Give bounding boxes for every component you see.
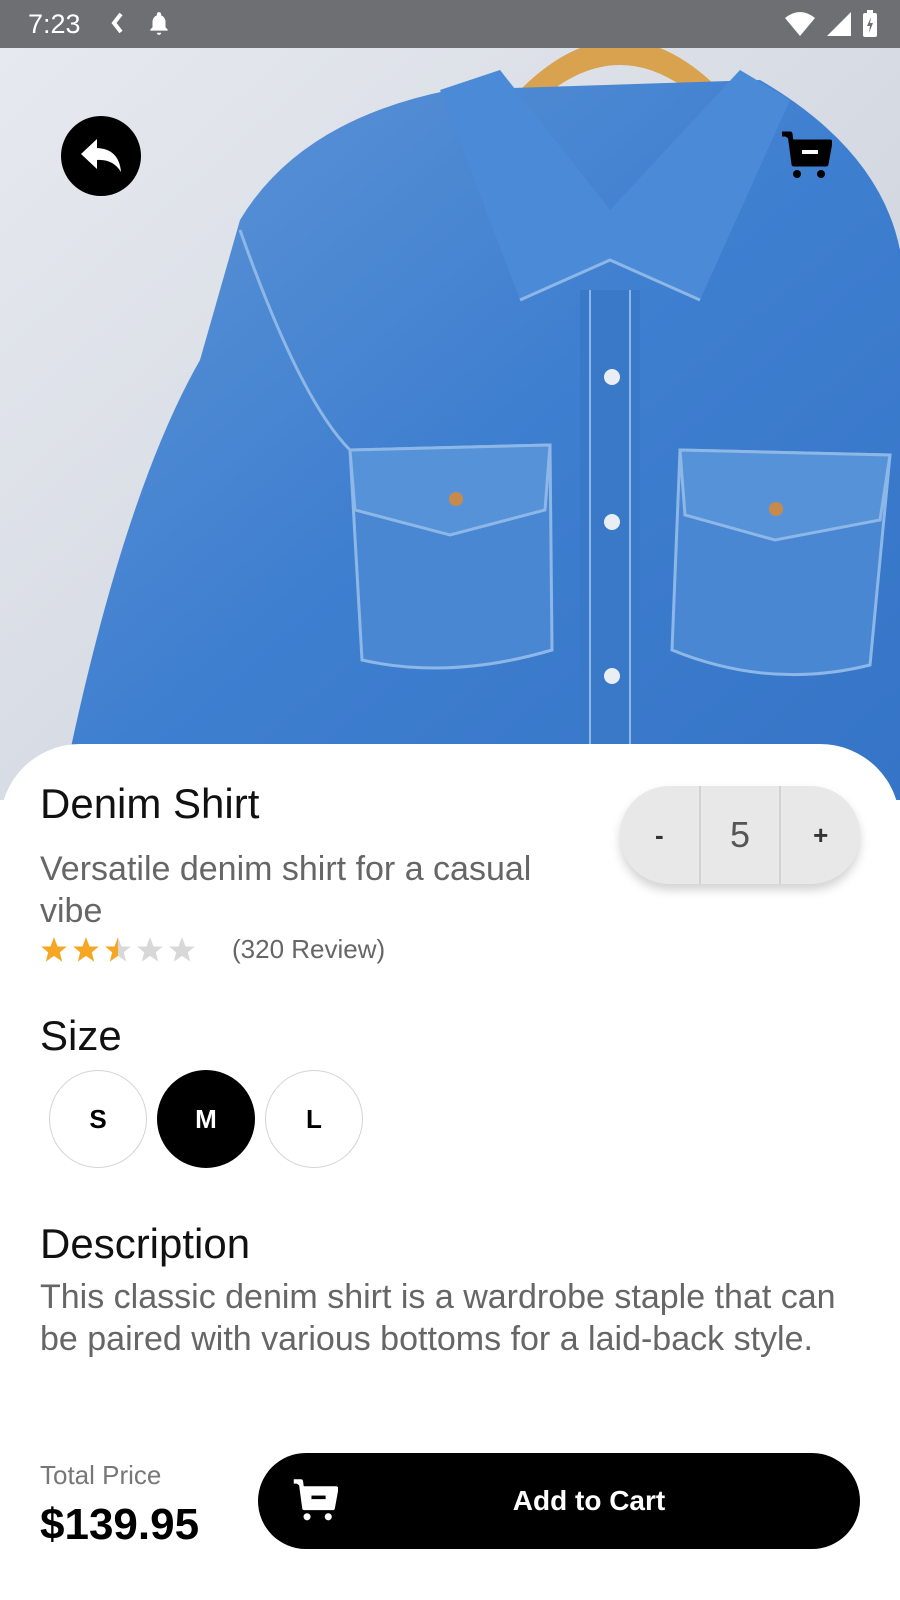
wifi-icon [785, 12, 815, 36]
rating-stars [40, 936, 196, 964]
size-options: S M L [49, 1070, 363, 1168]
increase-quantity-button[interactable]: + [781, 786, 860, 884]
cart-button[interactable] [780, 130, 833, 180]
product-details-sheet: Denim Shirt Versatile denim shirt for a … [0, 744, 900, 1600]
star-icon [137, 936, 163, 962]
size-option-s[interactable]: S [49, 1070, 147, 1168]
status-time: 7:23 [28, 9, 81, 39]
star-icon [73, 936, 99, 962]
back-arrow-status-icon [111, 12, 123, 34]
star-icon [169, 936, 195, 962]
rating: (320 Review) [40, 934, 385, 965]
back-icon [81, 139, 121, 172]
battery-icon [863, 10, 877, 37]
quantity-stepper: - 5 + [620, 786, 860, 884]
cellular-signal-icon [827, 12, 851, 36]
total-price-label: Total Price [40, 1460, 162, 1490]
description-text: This classic denim shirt is a wardrobe s… [40, 1278, 836, 1358]
product-title: Denim Shirt [40, 780, 260, 827]
star-icon [105, 936, 131, 962]
product-subtitle: Versatile denim shirt for a casual vibe [40, 850, 532, 930]
quantity-value: 5 [698, 786, 782, 884]
total-price-value: $139.95 [40, 1500, 200, 1549]
back-button[interactable] [61, 116, 141, 196]
size-heading: Size [40, 1012, 122, 1059]
decrease-quantity-button[interactable]: - [620, 786, 699, 884]
description-heading: Description [40, 1220, 251, 1267]
cart-icon [782, 131, 833, 178]
add-to-cart-button[interactable]: Add to Cart [258, 1453, 860, 1549]
add-to-cart-label: Add to Cart [512, 1485, 666, 1516]
notification-bell-icon [150, 12, 168, 35]
review-count: (320 Review) [232, 934, 386, 964]
size-option-l[interactable]: L [265, 1070, 363, 1168]
size-option-m[interactable]: M [157, 1070, 255, 1168]
star-icon [41, 936, 67, 962]
product-image [0, 0, 900, 800]
status-bar: 7:23 [0, 0, 900, 48]
